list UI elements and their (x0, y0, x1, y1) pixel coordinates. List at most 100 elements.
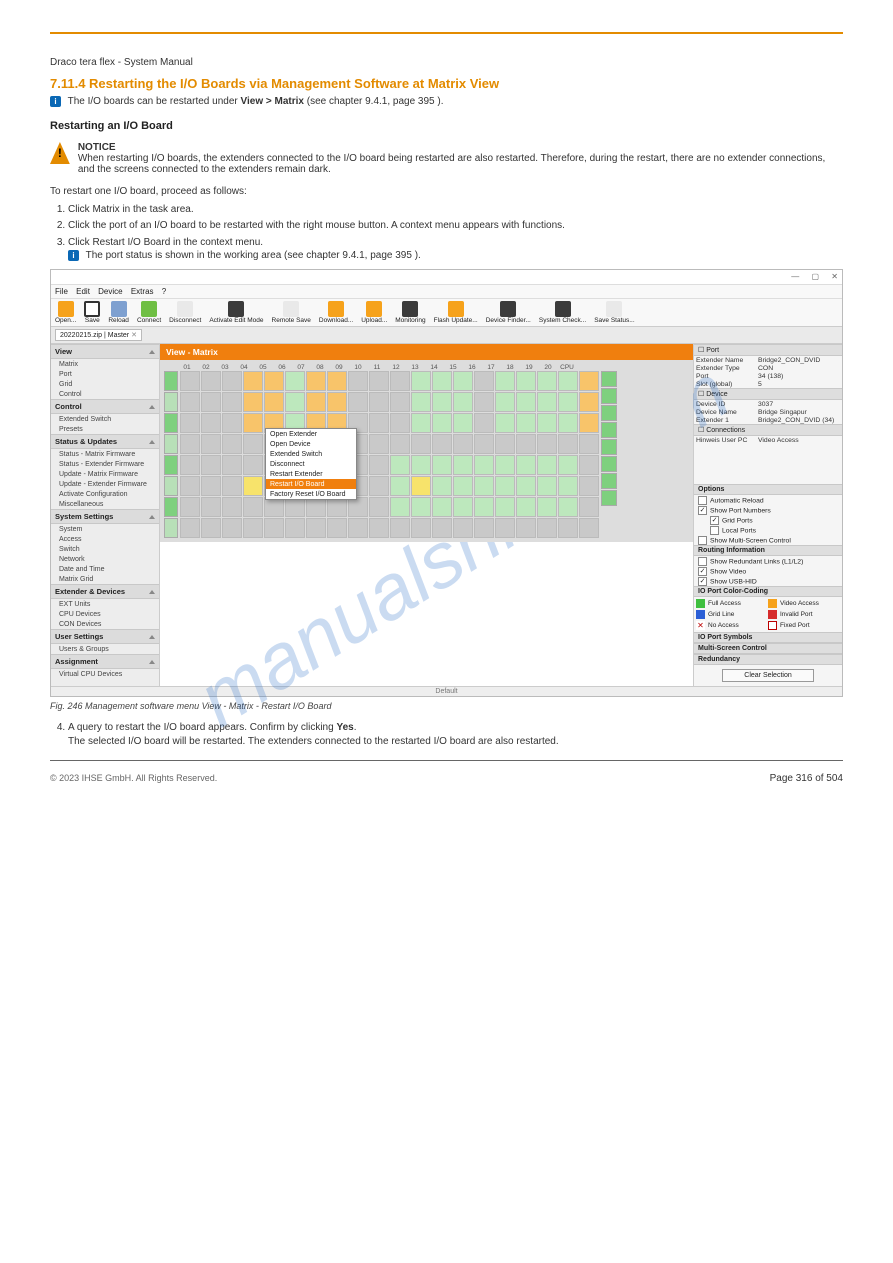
nav-item[interactable]: Miscellaneous (51, 499, 159, 509)
system-check-button[interactable]: System Check... (535, 299, 590, 327)
nav-item[interactable]: Virtual CPU Devices (51, 669, 159, 679)
matrix-port[interactable] (537, 413, 557, 433)
nav-item[interactable]: Update - Extender Firmware (51, 479, 159, 489)
nav-item[interactable]: Switch (51, 544, 159, 554)
matrix-port[interactable] (495, 434, 515, 454)
matrix-port[interactable] (516, 413, 536, 433)
matrix-port[interactable] (411, 497, 431, 517)
matrix-port[interactable] (411, 518, 431, 538)
nav-item[interactable]: Date and Time (51, 564, 159, 574)
matrix-port[interactable] (411, 476, 431, 496)
matrix-port[interactable] (327, 518, 347, 538)
matrix-port[interactable] (348, 371, 368, 391)
matrix-port[interactable] (579, 518, 599, 538)
matrix-port[interactable] (201, 455, 221, 475)
matrix-port[interactable] (369, 497, 389, 517)
matrix-port[interactable] (201, 413, 221, 433)
matrix-port[interactable] (243, 434, 263, 454)
nav-item[interactable]: Network (51, 554, 159, 564)
matrix-port[interactable] (201, 497, 221, 517)
download-button[interactable]: Download... (315, 299, 357, 327)
matrix-port[interactable] (411, 413, 431, 433)
matrix-port[interactable] (285, 371, 305, 391)
matrix-port[interactable] (243, 455, 263, 475)
matrix-port[interactable] (243, 371, 263, 391)
nav-item[interactable]: Extended Switch (51, 414, 159, 424)
matrix-port[interactable] (537, 497, 557, 517)
matrix-port[interactable] (222, 392, 242, 412)
matrix-port[interactable] (495, 455, 515, 475)
nav-item[interactable]: Grid (51, 379, 159, 389)
matrix-port[interactable] (222, 476, 242, 496)
matrix-port[interactable] (537, 434, 557, 454)
matrix-port[interactable] (474, 518, 494, 538)
matrix-port[interactable] (516, 434, 536, 454)
routing-header[interactable]: Routing Information (694, 545, 842, 556)
ctx-item-restart-io[interactable]: Restart I/O Board (266, 479, 356, 489)
matrix-port[interactable] (327, 392, 347, 412)
matrix-port[interactable] (306, 497, 326, 517)
matrix-port[interactable] (579, 476, 599, 496)
nav-item[interactable]: Status - Extender Firmware (51, 459, 159, 469)
matrix-port[interactable] (432, 392, 452, 412)
matrix-port[interactable] (369, 518, 389, 538)
matrix-port[interactable] (180, 392, 200, 412)
matrix-port[interactable] (327, 497, 347, 517)
matrix-port[interactable] (411, 455, 431, 475)
matrix-port[interactable] (243, 497, 263, 517)
matrix-port[interactable] (432, 497, 452, 517)
ctx-item[interactable]: Disconnect (266, 459, 356, 469)
matrix-port[interactable] (180, 476, 200, 496)
matrix-port[interactable] (474, 455, 494, 475)
matrix-port[interactable] (306, 518, 326, 538)
matrix-port[interactable] (180, 434, 200, 454)
clear-selection-button[interactable]: Clear Selection (722, 669, 814, 682)
matrix-port[interactable] (348, 497, 368, 517)
matrix-port[interactable] (537, 518, 557, 538)
opt-grid-ports[interactable]: Grid Ports (694, 515, 842, 525)
nav-item-matrix[interactable]: Matrix (51, 359, 159, 369)
legend-header[interactable]: IO Port Color-Coding (694, 586, 842, 597)
device-finder-button[interactable]: Device Finder... (482, 299, 535, 327)
nav-item[interactable]: Users & Groups (51, 644, 159, 654)
matrix-port[interactable] (579, 413, 599, 433)
matrix-port[interactable] (537, 455, 557, 475)
matrix-port[interactable] (369, 371, 389, 391)
matrix-port[interactable] (579, 497, 599, 517)
matrix-port[interactable] (558, 497, 578, 517)
matrix-port[interactable] (201, 518, 221, 538)
nav-item[interactable]: Access (51, 534, 159, 544)
tab-close-icon[interactable]: ✕ (131, 332, 137, 339)
matrix-port[interactable] (516, 392, 536, 412)
matrix-port[interactable] (495, 476, 515, 496)
matrix-port[interactable] (579, 434, 599, 454)
matrix-port[interactable] (411, 371, 431, 391)
flash-update-button[interactable]: Flash Update... (430, 299, 482, 327)
matrix-port[interactable] (180, 455, 200, 475)
matrix-port[interactable] (579, 392, 599, 412)
disconnect-button[interactable]: Disconnect (165, 299, 205, 327)
menu-item[interactable]: Edit (76, 287, 90, 296)
matrix-port[interactable] (495, 371, 515, 391)
matrix-port[interactable] (453, 392, 473, 412)
minimize-icon[interactable]: — (791, 272, 799, 281)
matrix-port[interactable] (558, 413, 578, 433)
opt-local-ports[interactable]: Local Ports (694, 525, 842, 535)
matrix-port[interactable] (222, 371, 242, 391)
matrix-port[interactable] (579, 371, 599, 391)
matrix-port[interactable] (474, 497, 494, 517)
matrix-port[interactable] (369, 413, 389, 433)
route-video[interactable]: Show Video (694, 566, 842, 576)
document-tab[interactable]: 20220215.zip | Master✕ (55, 329, 142, 341)
matrix-grid[interactable]: 0102030405060708091011121314151617181920… (160, 360, 693, 542)
matrix-port[interactable] (558, 371, 578, 391)
matrix-port[interactable] (369, 392, 389, 412)
ctx-item[interactable]: Open Device (266, 439, 356, 449)
matrix-port[interactable] (537, 392, 557, 412)
matrix-port[interactable] (390, 371, 410, 391)
matrix-port[interactable] (474, 371, 494, 391)
matrix-port[interactable] (180, 413, 200, 433)
matrix-port[interactable] (243, 413, 263, 433)
nav-section-assignment[interactable]: Assignment (51, 654, 159, 669)
matrix-port[interactable] (285, 497, 305, 517)
